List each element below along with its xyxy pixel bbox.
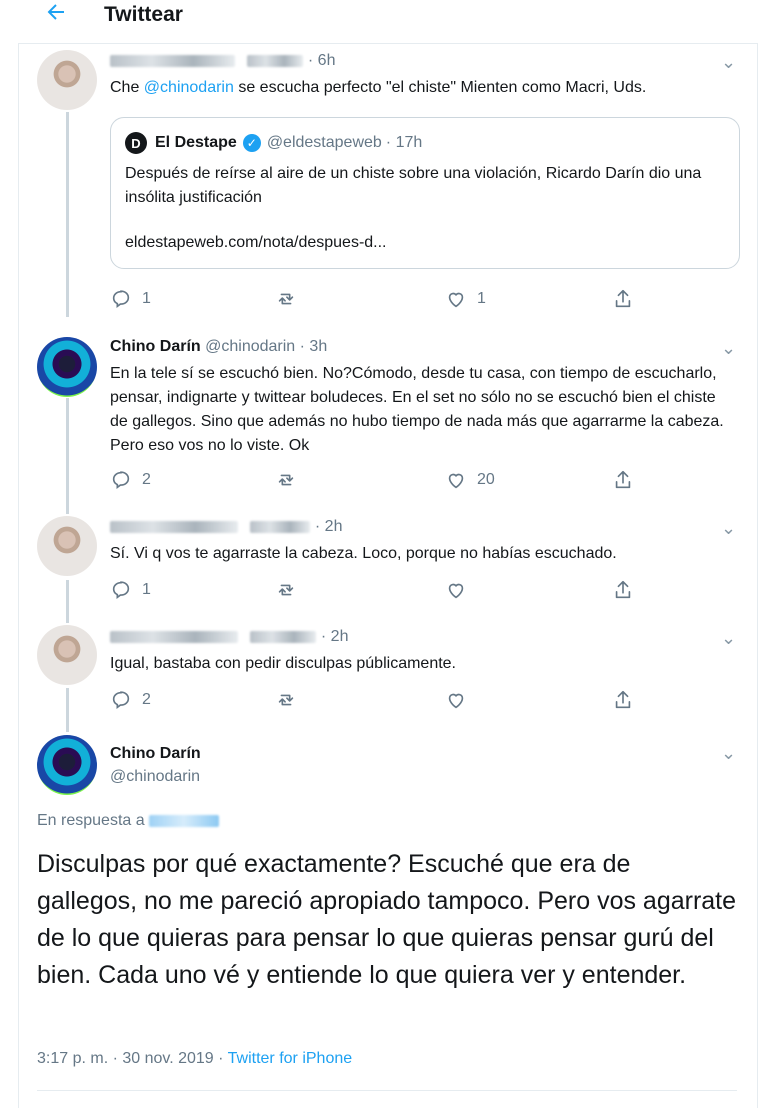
share-button[interactable] (612, 688, 634, 712)
like-count: 20 (477, 471, 495, 488)
blurred-username (110, 630, 238, 643)
avatar[interactable] (37, 50, 97, 110)
tweet-time[interactable]: · 3h (300, 338, 328, 355)
tweet-header: Chino Darín @chinodarin · 3h (110, 338, 327, 356)
reply-count: 2 (142, 471, 151, 488)
tweet-actions: 1 (110, 578, 631, 602)
tweet-actions: 2 20 (110, 468, 631, 492)
retweet-icon (278, 474, 294, 486)
author-name[interactable]: Chino Darín (110, 338, 201, 355)
chevron-down-icon[interactable]: ⌄ (721, 519, 737, 537)
quote-link[interactable]: eldestapeweb.com/nota/despues-d... (125, 234, 387, 252)
tweet-header: · 2h (110, 628, 348, 646)
thread-connector (66, 398, 69, 514)
chevron-down-icon[interactable]: ⌄ (721, 629, 737, 647)
heart-icon (448, 583, 464, 599)
like-button[interactable] (445, 688, 467, 712)
tweet-text: En la tele sí se escuchó bien. No?Cómodo… (110, 365, 724, 454)
quote-author-name: El Destape (155, 134, 237, 151)
retweet-button[interactable] (275, 688, 297, 712)
tweet-time[interactable]: · 2h (315, 518, 343, 535)
timestamp[interactable]: 3:17 p. m. · 30 nov. 2019 · (37, 1050, 228, 1067)
quote-text: Después de reírse al aire de un chiste s… (125, 165, 702, 206)
chevron-down-icon[interactable]: ⌄ (721, 339, 737, 357)
share-icon (615, 470, 631, 489)
author-handle: @chinodarin (110, 768, 201, 785)
tweet-time[interactable]: · 6h (308, 52, 336, 69)
author-name[interactable]: Chino Darín (110, 745, 201, 763)
tweet-text: Che @chinodarin se escucha perfecto "el … (110, 79, 647, 96)
retweet-icon (278, 584, 294, 596)
tweet-text: Sí. Vi q vos te agarraste la cabeza. Loc… (110, 545, 617, 562)
back-arrow-icon[interactable] (44, 0, 72, 28)
share-button[interactable] (612, 287, 634, 311)
quote-time: · 17h (385, 134, 423, 151)
tweet-header: · 2h (110, 518, 342, 536)
main-tweet-text: Disculpas por qué exactamente? Escuché q… (37, 850, 737, 989)
heart-icon (448, 693, 464, 709)
heart-icon (448, 473, 464, 489)
retweet-button[interactable] (275, 578, 297, 602)
quote-author-handle: @eldestapeweb (266, 134, 382, 151)
reply-button[interactable]: 2 (110, 688, 151, 712)
reply-count: 1 (142, 290, 151, 307)
verified-badge-icon: ✓ (242, 134, 261, 152)
like-button[interactable]: 1 (445, 287, 486, 311)
reply-icon (112, 581, 130, 599)
reply-icon (112, 691, 130, 709)
share-icon (615, 289, 631, 308)
retweet-icon (278, 293, 294, 305)
blurred-mention[interactable] (149, 814, 220, 827)
blurred-handle (250, 520, 311, 533)
page-title: Twittear (104, 3, 183, 26)
reply-button[interactable]: 1 (110, 287, 151, 311)
chevron-down-icon[interactable]: ⌄ (721, 744, 737, 762)
retweet-button[interactable] (275, 287, 297, 311)
reply-button[interactable]: 2 (110, 468, 151, 492)
thread-connector (66, 112, 69, 317)
reply-icon (112, 290, 130, 308)
tweet-header: · 6h (110, 52, 335, 70)
reply-context: En respuesta a (37, 812, 220, 830)
top-header: Twittear (18, 0, 758, 44)
chevron-down-icon[interactable]: ⌄ (721, 53, 737, 71)
heart-icon (448, 292, 464, 308)
blurred-username (110, 520, 238, 533)
tweet-actions: 2 (110, 688, 631, 712)
avatar[interactable] (37, 516, 97, 576)
share-icon (615, 580, 631, 599)
avatar[interactable] (37, 735, 97, 795)
mention-link[interactable]: @chinodarin (144, 79, 234, 96)
retweet-button[interactable] (275, 468, 297, 492)
divider (37, 1090, 737, 1091)
reply-count: 1 (142, 581, 151, 598)
blurred-handle (250, 630, 317, 643)
reply-icon (112, 471, 130, 489)
thread-connector (66, 688, 69, 732)
quoted-tweet[interactable]: D El Destape ✓ @eldestapeweb · 17h Despu… (110, 117, 740, 269)
blurred-username (110, 54, 235, 67)
like-button[interactable]: 20 (445, 468, 495, 492)
tweet-time[interactable]: · 2h (321, 628, 349, 645)
reply-button[interactable]: 1 (110, 578, 151, 602)
share-button[interactable] (612, 578, 634, 602)
tweet-actions: 1 1 (110, 287, 631, 311)
eldestape-logo-icon: D (125, 132, 147, 154)
avatar[interactable] (37, 337, 97, 397)
avatar[interactable] (37, 625, 97, 685)
thread-connector (66, 580, 69, 623)
tweet-text: Igual, bastaba con pedir disculpas públi… (110, 655, 456, 672)
source-link[interactable]: Twitter for iPhone (228, 1050, 353, 1067)
like-count: 1 (477, 290, 486, 307)
share-icon (615, 690, 631, 709)
author-handle: @chinodarin (205, 338, 296, 355)
blurred-handle (247, 54, 304, 67)
reply-count: 2 (142, 691, 151, 708)
like-button[interactable] (445, 578, 467, 602)
retweet-icon (278, 694, 294, 706)
share-button[interactable] (612, 468, 634, 492)
tweet-metadata: 3:17 p. m. · 30 nov. 2019 · Twitter for … (37, 1050, 352, 1068)
